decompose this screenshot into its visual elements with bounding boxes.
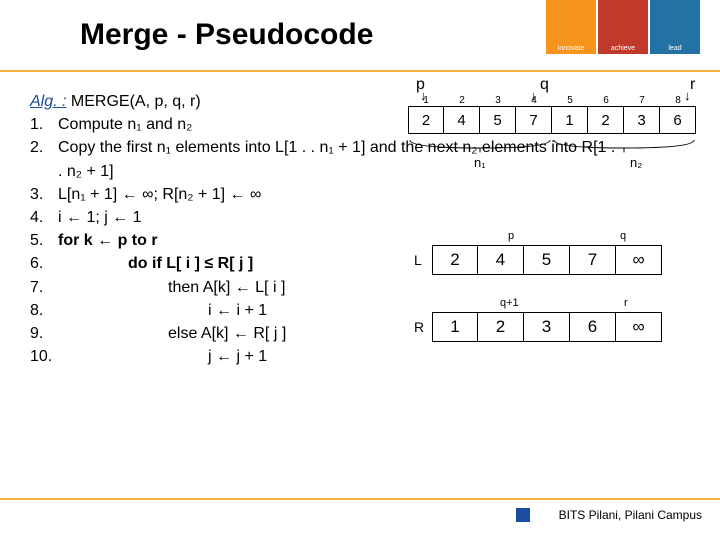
arr-cell: 6: [570, 312, 616, 342]
logo-achieve: achieve: [598, 0, 648, 54]
q-label: q: [540, 76, 549, 94]
slide-title: Merge - Pseudocode: [80, 18, 373, 52]
line-text: L[n₁ + 1] ← ∞; R[n₂ + 1] ← ∞: [58, 183, 261, 206]
brace-icon: [408, 138, 698, 158]
idx-cell: 8: [660, 95, 696, 106]
idx-cell: 6: [588, 95, 624, 106]
line-num: 6.: [30, 252, 58, 275]
footer-logo-icon: [516, 508, 530, 522]
idx-cell: 2: [444, 95, 480, 106]
val-cell: 4: [444, 106, 480, 134]
idx-cell: 3: [480, 95, 516, 106]
n2-label: n₂: [630, 155, 642, 170]
R-label: R: [414, 319, 424, 335]
arr-cell: 2: [478, 312, 524, 342]
line-num: 2.: [30, 136, 58, 182]
line-text: do if L[ i ] ≤ R[ j ]: [58, 252, 253, 275]
val-cell: 3: [624, 106, 660, 134]
arr-cell: 3: [524, 312, 570, 342]
logo-innovate: innovate: [546, 0, 596, 54]
n1-label: n₁: [474, 155, 486, 170]
line-text: j ← j + 1: [58, 345, 267, 368]
val-cell: 7: [516, 106, 552, 134]
small-p: p: [508, 230, 514, 242]
arr-cell: 1: [432, 312, 478, 342]
title-underline: [0, 70, 720, 72]
line-num: 8.: [30, 299, 58, 322]
L-label: L: [414, 252, 422, 268]
line-num: 7.: [30, 276, 58, 299]
line-num: 4.: [30, 206, 58, 229]
small-q1: q+1: [500, 297, 519, 309]
val-cell: 1: [552, 106, 588, 134]
line-num: 9.: [30, 322, 58, 345]
val-cell: 6: [660, 106, 696, 134]
line-text: else A[k] ← R[ j ]: [58, 322, 286, 345]
line-text: i ← i + 1: [58, 299, 267, 322]
idx-cell: 1: [408, 95, 444, 106]
arr-cell: ∞: [616, 245, 662, 275]
arr-cell: ∞: [616, 312, 662, 342]
alg-signature: MERGE(A, p, q, r): [66, 93, 200, 110]
idx-cell: 5: [552, 95, 588, 106]
val-cell: 2: [588, 106, 624, 134]
alg-label: Alg. :: [30, 93, 66, 110]
line-text: then A[k] ← L[ i ]: [58, 276, 285, 299]
line-text: for k ← p to r: [58, 229, 158, 252]
val-cell: 5: [480, 106, 516, 134]
footer-line: [0, 498, 720, 500]
small-r: r: [624, 297, 628, 309]
logo-group: innovate achieve lead: [546, 0, 700, 54]
r-label: r: [690, 76, 695, 94]
arr-cell: 7: [570, 245, 616, 275]
R-array: 1 2 3 6 ∞: [432, 312, 662, 342]
val-cell: 2: [408, 106, 444, 134]
footer-text: BITS Pilani, Pilani Campus: [559, 508, 702, 522]
line-text: i ← 1; j ← 1: [58, 206, 142, 229]
line-text: Compute n₁ and n₂: [58, 113, 192, 136]
slide: Merge - Pseudocode innovate achieve lead…: [0, 0, 720, 540]
L-array: 2 4 5 7 ∞: [432, 245, 662, 275]
arr-cell: 2: [432, 245, 478, 275]
small-q: q: [620, 230, 626, 242]
arr-cell: 5: [524, 245, 570, 275]
line-num: 5.: [30, 229, 58, 252]
line-num: 1.: [30, 113, 58, 136]
logo-lead: lead: [650, 0, 700, 54]
main-array: 1 2 3 4 5 6 7 8 2 4 5 7 1 2 3 6: [408, 95, 696, 134]
idx-cell: 4: [516, 95, 552, 106]
line-num: 3.: [30, 183, 58, 206]
idx-cell: 7: [624, 95, 660, 106]
arr-cell: 4: [478, 245, 524, 275]
line-num: 10.: [30, 345, 58, 368]
